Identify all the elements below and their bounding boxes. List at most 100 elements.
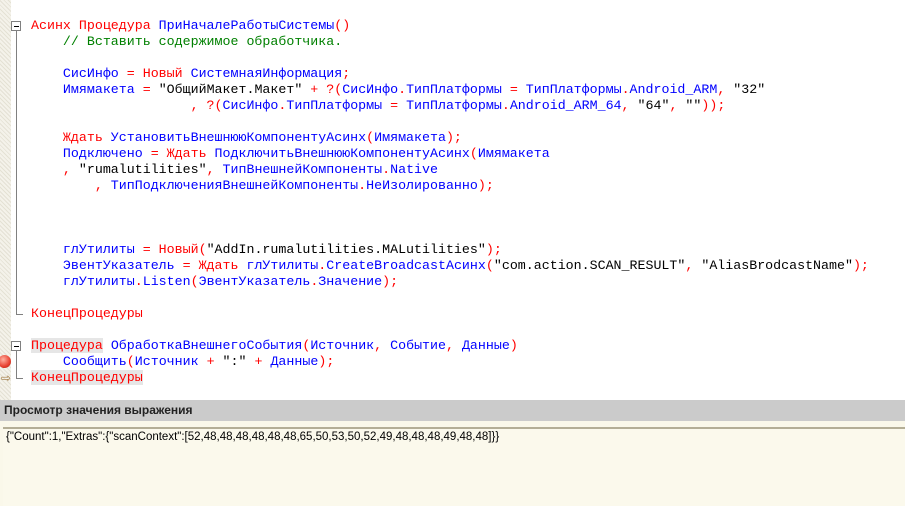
code-line[interactable]: Процедура ОбработкаВнешнегоСобытия(Источ… (31, 338, 869, 354)
code-token: Native (390, 162, 438, 177)
code-token: ( (485, 258, 494, 273)
code-token: ( (126, 354, 135, 369)
code-token: Процедура (31, 338, 103, 353)
code-token: ПодключитьВнешнююКомпонентуАсинх (214, 146, 470, 161)
code-token: , (31, 162, 79, 177)
code-token: . (134, 274, 143, 289)
code-line[interactable] (31, 114, 869, 130)
code-token: ); (485, 242, 502, 257)
code-editor[interactable]: ⇨ Асинх Процедура ПриНачалеРаботыСистемы… (0, 0, 905, 400)
code-token: . (358, 178, 367, 193)
code-token: CreateBroadcastАсинх (326, 258, 486, 273)
code-token: Данные (461, 338, 510, 353)
code-token: Listen (142, 274, 191, 289)
code-line[interactable]: // Вставить содержимое обработчика. (31, 34, 869, 50)
code-token: "32" (733, 82, 766, 97)
code-line[interactable]: Асинх Процедура ПриНачалеРаботыСистемы() (31, 18, 869, 34)
code-token: , (445, 338, 462, 353)
expression-value-field[interactable]: {"Count":1,"Extras":{"scanContext":[52,4… (3, 427, 905, 506)
expression-panel-title: Просмотр значения выражения (0, 400, 905, 421)
code-line[interactable]: , ТипПодключенияВнешнейКомпоненты.НеИзол… (31, 178, 869, 194)
code-token: Значение (318, 274, 383, 289)
code-token: , (621, 98, 638, 113)
code-token: УстановитьВнешнююКомпонентуАсинх (110, 130, 367, 145)
code-token: Имямакета (374, 130, 446, 145)
expression-panel: {"Count":1,"Extras":{"scanContext":[52,4… (0, 421, 905, 506)
code-token: ); (445, 130, 462, 145)
code-line[interactable] (31, 290, 869, 306)
code-token: Данные (270, 354, 319, 369)
code-token: , ?( (31, 98, 223, 113)
code-line[interactable]: КонецПроцедуры (31, 370, 869, 386)
code-token: , (206, 162, 223, 177)
code-line[interactable]: КонецПроцедуры (31, 306, 869, 322)
code-token: "com.action.SCAN_RESULT" (493, 258, 686, 273)
fold-collapse-icon[interactable] (11, 341, 21, 351)
code-token: ( (469, 146, 478, 161)
code-token: Имямакета (477, 146, 550, 161)
code-token: ТипПлатформы (525, 82, 622, 97)
code-token: ТипПлатформы (286, 98, 383, 113)
code-token: "rumalutilities" (78, 162, 207, 177)
code-token: ( (366, 130, 375, 145)
code-token: )); (701, 98, 726, 113)
code-token: Источник (134, 354, 199, 369)
code-token: ЭвентУказатель (198, 274, 311, 289)
code-line[interactable]: Сообщить(Источник + ":" + Данные); (31, 354, 869, 370)
code-token: "AddIn.rumalutilities.MALutilities" (206, 242, 486, 257)
code-token: , (717, 82, 734, 97)
code-token: глУтилиты (31, 242, 135, 257)
code-token: , (685, 258, 702, 273)
code-line[interactable]: Имямакета = "ОбщийМакет.Макет" + ?(СисИн… (31, 82, 869, 98)
code-line[interactable] (31, 194, 869, 210)
code-token: СисИнфо (342, 82, 399, 97)
code-token: ОбработкаВнешнегоСобытия (110, 338, 303, 353)
code-token: = Новый( (134, 242, 207, 257)
code-token: + ?( (302, 82, 343, 97)
code-line[interactable]: Ждать УстановитьВнешнююКомпонентуАсинх(И… (31, 130, 869, 146)
code-line[interactable] (31, 322, 869, 338)
code-token: = Ждать (142, 146, 215, 161)
code-token: + (198, 354, 223, 369)
code-line[interactable]: , ?(СисИнфо.ТипПлатформы = ТипПлатформы.… (31, 98, 869, 114)
code-token: ( (190, 274, 199, 289)
code-token: Подключено (31, 146, 143, 161)
code-token: глУтилиты (246, 258, 319, 273)
code-token: глУтилиты (31, 274, 135, 289)
code-line[interactable] (31, 210, 869, 226)
code-token: "AliasBrodcastName" (701, 258, 853, 273)
code-token: Android_ARM_64 (509, 98, 622, 113)
code-token: = Новый (118, 66, 191, 81)
code-token: "" (685, 98, 702, 113)
code-line[interactable] (31, 50, 869, 66)
code-line[interactable]: глУтилиты = Новый("AddIn.rumalutilities.… (31, 242, 869, 258)
code-token: ); (477, 178, 494, 193)
code-line[interactable]: СисИнфо = Новый СистемнаяИнформация; (31, 66, 869, 82)
code-token: ТипПлатформы (406, 98, 502, 113)
code-token: СисИнфо (31, 66, 119, 81)
code-token: ЭвентУказатель (31, 258, 175, 273)
code-text[interactable]: Асинх Процедура ПриНачалеРаботыСистемы()… (31, 18, 869, 386)
code-token: = (382, 98, 407, 113)
code-line[interactable] (31, 226, 869, 242)
code-token: , (31, 178, 111, 193)
current-line-arrow-icon: ⇨ (1, 371, 12, 385)
code-token: ":" (222, 354, 247, 369)
fold-collapse-icon[interactable] (11, 21, 21, 31)
code-token: ); (382, 274, 399, 289)
code-token: // Вставить содержимое обработчика. (31, 34, 343, 49)
code-line[interactable]: глУтилиты.Listen(ЭвентУказатель.Значение… (31, 274, 869, 290)
code-token: () (334, 18, 351, 33)
code-line[interactable]: Подключено = Ждать ПодключитьВнешнююКомп… (31, 146, 869, 162)
code-token: , (669, 98, 686, 113)
code-token: ); (318, 354, 335, 369)
code-token: СистемнаяИнформация (190, 66, 343, 81)
code-token: СисИнфо (222, 98, 279, 113)
code-line[interactable]: ЭвентУказатель = Ждать глУтилиты.CreateB… (31, 258, 869, 274)
editor-gutter[interactable] (0, 0, 11, 400)
code-line[interactable]: , "rumalutilities", ТипВнешнейКомпоненты… (31, 162, 869, 178)
code-token: Сообщить (31, 354, 127, 369)
code-token: , (374, 338, 391, 353)
code-token: ПриНачалеРаботыСистемы (158, 18, 335, 33)
code-token: "ОбщийМакет.Макет" (158, 82, 303, 97)
